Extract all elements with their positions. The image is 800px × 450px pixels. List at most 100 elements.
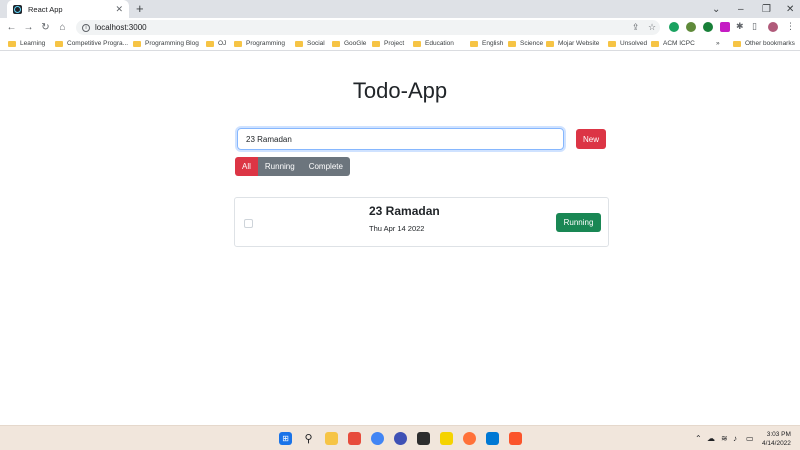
bookmark-item[interactable]: Programming Blog	[133, 40, 199, 47]
folder-icon	[470, 40, 478, 47]
snapchat-icon[interactable]	[440, 432, 453, 445]
extensions-puzzle-icon[interactable]: ✱	[736, 21, 744, 32]
firefox-icon[interactable]	[463, 432, 476, 445]
bookmark-item[interactable]: Science	[508, 40, 543, 47]
task-input-value: 23 Ramadan	[246, 134, 292, 144]
tab-search-icon[interactable]: ⌄	[712, 0, 720, 18]
bookmark-item[interactable]: Unsolved	[608, 40, 647, 47]
filter-button-group: All Running Complete	[235, 157, 350, 176]
folder-icon	[8, 40, 16, 47]
url-text: localhost:3000	[95, 23, 147, 32]
bookmark-item[interactable]: Programming	[234, 40, 285, 47]
taskbar-clock[interactable]: 3:03 PM 4/14/2022	[762, 430, 791, 448]
file-explorer-icon[interactable]	[325, 432, 338, 445]
extension-translate-icon[interactable]	[703, 22, 713, 32]
bookmark-item[interactable]: Mojar Website	[546, 40, 599, 47]
bookmark-star-icon[interactable]: ☆	[648, 22, 656, 33]
forward-icon[interactable]: →	[20, 22, 37, 33]
store-icon[interactable]	[348, 432, 361, 445]
todo-title: 23 Ramadan	[369, 204, 440, 218]
folder-icon	[133, 40, 141, 47]
window-close-icon[interactable]: ✕	[786, 0, 794, 18]
onedrive-icon[interactable]: ☁	[707, 434, 715, 443]
bookmark-label: Education	[425, 40, 454, 47]
clock-date: 4/14/2022	[762, 440, 791, 447]
todo-checkbox[interactable]	[244, 219, 253, 228]
new-button[interactable]: New	[576, 129, 606, 149]
menu-kebab-icon[interactable]: ⋮	[786, 21, 795, 32]
reload-icon[interactable]: ↻	[37, 22, 54, 33]
bookmark-label: Science	[520, 40, 544, 47]
bookmark-item[interactable]: Social	[295, 40, 325, 47]
bookmark-item[interactable]: Learning	[8, 40, 45, 47]
new-tab-button[interactable]: +	[136, 1, 144, 16]
address-bar[interactable]: i localhost:3000	[76, 20, 660, 35]
other-bookmarks[interactable]: Other bookmarks	[733, 40, 795, 47]
bookmark-label: Mojar Website	[558, 40, 600, 47]
tab-title: React App	[28, 4, 63, 14]
site-info-icon[interactable]: i	[82, 23, 90, 32]
side-panel-icon[interactable]: ▯	[752, 21, 757, 32]
start-windows-icon[interactable]: ⊞	[279, 432, 292, 445]
todo-item: 23 Ramadan Thu Apr 14 2022 Running	[234, 197, 609, 247]
bookmark-label: GooGle	[344, 40, 367, 47]
minimize-icon[interactable]: –	[738, 0, 744, 18]
folder-icon	[332, 40, 340, 47]
bookmark-item[interactable]: OJ	[206, 40, 226, 47]
bookmark-item[interactable]: Education	[413, 40, 454, 47]
bookmark-label: English	[482, 40, 504, 47]
bookmark-item[interactable]: GooGle	[332, 40, 366, 47]
bookmark-label: Project	[384, 40, 405, 47]
share-icon[interactable]: ⇪	[632, 22, 640, 33]
bookmark-item[interactable]: ACM ICPC	[651, 40, 695, 47]
bookmark-label: Social	[307, 40, 325, 47]
folder-icon	[651, 40, 659, 47]
brave-icon[interactable]	[509, 432, 522, 445]
todo-date: Thu Apr 14 2022	[369, 224, 425, 233]
bookmark-label: Programming Blog	[145, 40, 199, 47]
bookmark-item[interactable]: Project	[372, 40, 404, 47]
todo-status-button[interactable]: Running	[556, 213, 601, 232]
battery-icon[interactable]: ▭	[746, 434, 754, 443]
bookmark-label: Programming	[246, 40, 286, 47]
filter-running-button[interactable]: Running	[257, 157, 302, 176]
folder-icon	[55, 40, 63, 47]
bookmarks-bar: Learning Competitive Progra... Programming…	[0, 37, 800, 51]
folder-icon	[295, 40, 303, 47]
back-icon[interactable]: ←	[3, 22, 20, 33]
extension-icon[interactable]	[686, 22, 696, 32]
folder-icon	[546, 40, 554, 47]
vscode-icon[interactable]	[486, 432, 499, 445]
folder-icon	[206, 40, 214, 47]
search-icon[interactable]: ⚲	[302, 432, 315, 445]
task-input[interactable]: 23 Ramadan	[237, 128, 564, 150]
folder-icon	[608, 40, 616, 47]
bookmark-item[interactable]: English	[470, 40, 503, 47]
clock-time: 3:03 PM	[766, 431, 791, 438]
chrome-icon[interactable]	[371, 432, 384, 445]
filter-complete-button[interactable]: Complete	[301, 157, 350, 176]
bookmark-label: Competitive Progra...	[67, 40, 129, 47]
folder-icon	[733, 40, 741, 47]
bookmark-label: Unsolved	[620, 40, 648, 47]
bookmark-label: OJ	[218, 40, 227, 47]
volume-icon[interactable]: ♪	[733, 434, 737, 443]
bookmark-item[interactable]: Competitive Progra...	[55, 40, 128, 47]
filter-all-button[interactable]: All	[235, 157, 258, 176]
bookmark-label: Learning	[20, 40, 46, 47]
home-icon[interactable]: ⌂	[54, 22, 71, 33]
wifi-icon[interactable]: ≋	[721, 434, 728, 443]
tray-chevron-icon[interactable]: ⌃	[695, 434, 702, 443]
tab-react-app[interactable]: React App ✕	[7, 0, 129, 18]
folder-icon	[234, 40, 242, 47]
sublime-icon[interactable]	[417, 432, 430, 445]
extension-grammarly-icon[interactable]	[669, 22, 679, 32]
restore-icon[interactable]: ❐	[762, 0, 771, 18]
react-favicon-icon	[13, 4, 22, 14]
extension-pen-icon[interactable]	[720, 22, 730, 32]
tab-close-icon[interactable]: ✕	[115, 4, 123, 15]
app-icon[interactable]	[394, 432, 407, 445]
profile-avatar[interactable]	[768, 22, 778, 32]
bookmarks-overflow-button[interactable]: »	[716, 40, 720, 47]
folder-icon	[508, 40, 516, 47]
